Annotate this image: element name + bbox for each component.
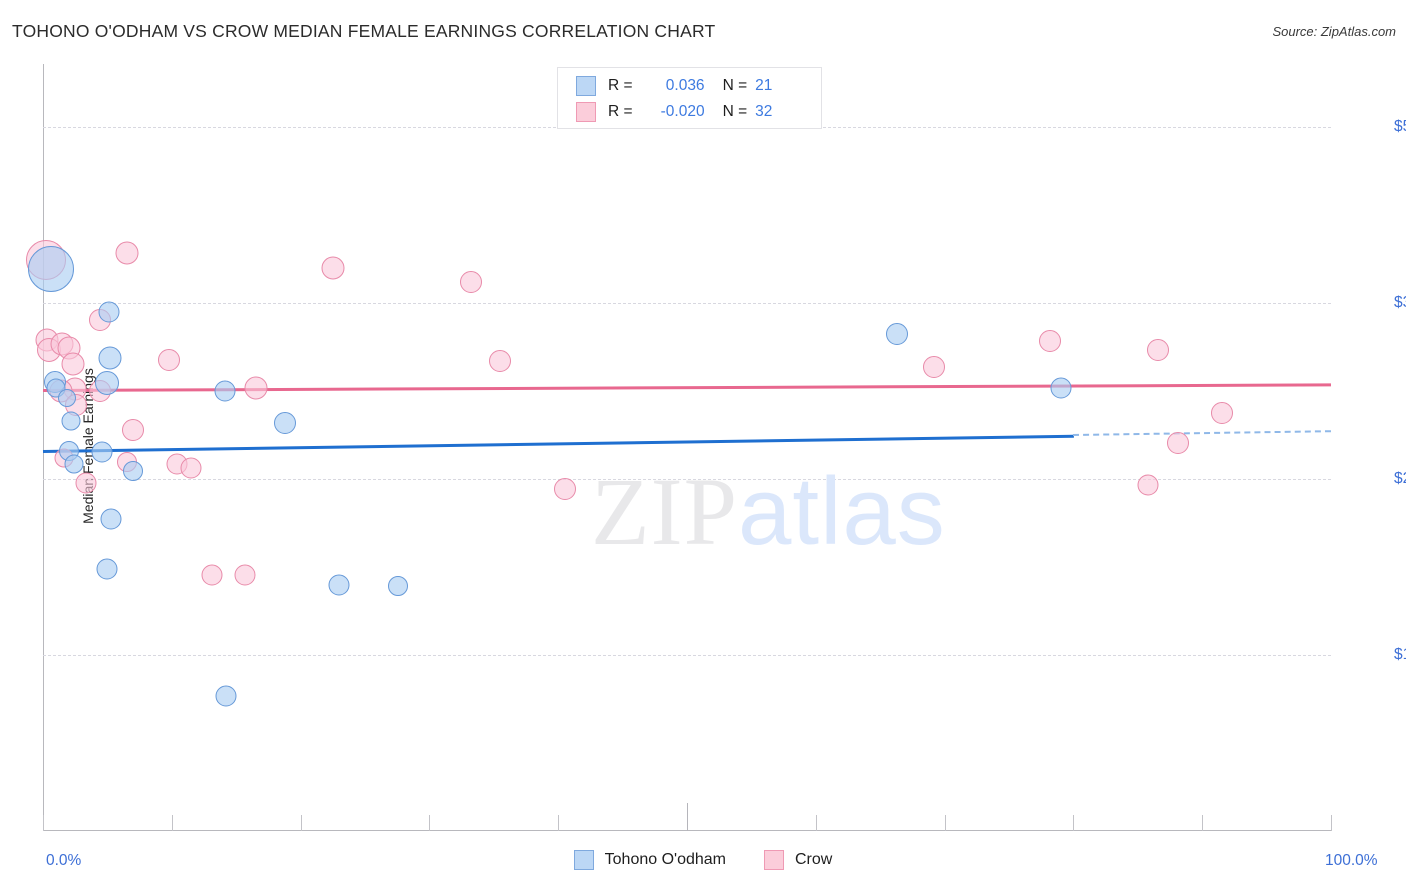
chart-root: TOHONO O'ODHAM VS CROW MEDIAN FEMALE EAR… bbox=[0, 0, 1406, 892]
scatter-point-crow[interactable] bbox=[1137, 474, 1159, 496]
x-axis-tick bbox=[171, 815, 173, 831]
scatter-point-tohono[interactable] bbox=[100, 508, 122, 530]
scatter-point-crow[interactable] bbox=[201, 564, 223, 586]
scatter-point-tohono[interactable] bbox=[98, 301, 120, 323]
trendline-tohono-dashed bbox=[1073, 430, 1332, 437]
scatter-point-crow[interactable] bbox=[1039, 330, 1062, 353]
scatter-point-tohono[interactable] bbox=[1050, 377, 1072, 399]
scatter-point-tohono[interactable] bbox=[58, 388, 77, 407]
x-axis-tick bbox=[815, 815, 817, 831]
source-attribution: Source: ZipAtlas.com bbox=[1272, 24, 1396, 39]
watermark-atlas: atlas bbox=[738, 458, 946, 565]
scatter-point-crow[interactable] bbox=[1210, 402, 1233, 425]
stats-n-value-pink: 32 bbox=[755, 103, 773, 120]
x-axis-tick bbox=[944, 815, 946, 831]
stats-swatch-pink bbox=[576, 102, 596, 122]
scatter-point-crow[interactable] bbox=[459, 271, 482, 294]
scatter-point-tohono[interactable] bbox=[214, 380, 236, 401]
plot-area: $50,000 $37,500 $25,000 $12,500 ZIPatlas bbox=[25, 64, 1406, 831]
legend-item-tohono[interactable]: Tohono O'odham bbox=[573, 850, 726, 870]
series-legend: Tohono O'odham Crow bbox=[0, 850, 1406, 870]
x-axis-tick bbox=[1202, 815, 1204, 831]
x-axis-tick bbox=[43, 815, 44, 831]
stats-r-value-pink: -0.020 bbox=[660, 103, 705, 120]
scatter-point-tohono[interactable] bbox=[61, 411, 81, 431]
legend-item-crow[interactable]: Crow bbox=[764, 850, 832, 870]
scatter-point-tohono[interactable] bbox=[27, 246, 74, 293]
scatter-point-crow[interactable] bbox=[244, 376, 268, 400]
scatter-point-crow[interactable] bbox=[122, 418, 145, 441]
scatter-point-crow[interactable] bbox=[158, 348, 181, 371]
legend-swatch-crow bbox=[764, 850, 784, 870]
x-axis-tick bbox=[1073, 815, 1075, 831]
watermark-zip: ZIP bbox=[591, 458, 738, 565]
legend-swatch-tohono bbox=[573, 850, 594, 870]
zipatlas-watermark: ZIPatlas bbox=[591, 456, 946, 567]
stats-r-key-pink: R = bbox=[608, 103, 633, 120]
correlation-stats-box: R = 0.036 N = 21 R = -0.020 N = 32 bbox=[557, 67, 822, 129]
scatter-point-crow[interactable] bbox=[1147, 338, 1170, 361]
trendline-tohono-solid bbox=[42, 434, 1074, 453]
scatter-point-tohono[interactable] bbox=[274, 411, 297, 434]
stats-row-tohono: R = 0.036 N = 21 bbox=[558, 73, 821, 99]
trendline-crow-solid bbox=[42, 383, 1331, 393]
scatter-point-crow[interactable] bbox=[553, 478, 576, 501]
scatter-point-tohono[interactable] bbox=[91, 441, 113, 463]
stats-swatch-blue bbox=[576, 76, 596, 96]
scatter-point-tohono[interactable] bbox=[123, 460, 144, 481]
scatter-point-tohono[interactable] bbox=[95, 371, 120, 396]
legend-label-crow: Crow bbox=[795, 851, 833, 868]
x-axis-tick bbox=[1331, 815, 1332, 831]
gridline bbox=[43, 655, 1331, 657]
scatter-point-tohono[interactable] bbox=[64, 454, 84, 474]
scatter-point-crow[interactable] bbox=[1166, 431, 1189, 454]
stats-n-key-pink: N = bbox=[722, 103, 748, 120]
y-axis-tick-label: $50,000 bbox=[1393, 118, 1406, 136]
y-axis-tick-label: $25,000 bbox=[1393, 470, 1406, 488]
stats-n-value-blue: 21 bbox=[755, 77, 773, 94]
scatter-point-tohono[interactable] bbox=[885, 323, 908, 346]
scatter-point-crow[interactable] bbox=[234, 564, 256, 586]
y-axis-tick-label: $37,500 bbox=[1393, 294, 1406, 312]
x-axis-tick bbox=[558, 815, 560, 831]
stats-r-value-blue: 0.036 bbox=[665, 77, 705, 94]
scatter-point-crow[interactable] bbox=[321, 256, 345, 280]
stats-row-crow: R = -0.020 N = 32 bbox=[558, 99, 821, 125]
scatter-point-tohono[interactable] bbox=[328, 574, 350, 596]
scatter-point-crow[interactable] bbox=[115, 241, 139, 265]
stats-n-key-blue: N = bbox=[722, 77, 748, 94]
page-title: TOHONO O'ODHAM VS CROW MEDIAN FEMALE EAR… bbox=[12, 21, 716, 41]
y-axis-line bbox=[43, 64, 44, 831]
scatter-point-crow[interactable] bbox=[75, 472, 96, 494]
scatter-point-crow[interactable] bbox=[923, 355, 946, 378]
x-axis-tick bbox=[687, 803, 688, 831]
gridline bbox=[43, 303, 1331, 305]
x-axis-tick bbox=[429, 815, 431, 831]
scatter-point-crow[interactable] bbox=[61, 352, 85, 376]
scatter-point-tohono[interactable] bbox=[98, 346, 122, 370]
stats-r-key-blue: R = bbox=[608, 77, 633, 94]
scatter-point-tohono[interactable] bbox=[388, 576, 409, 597]
scatter-point-crow[interactable] bbox=[489, 349, 512, 372]
y-axis-tick-label: $12,500 bbox=[1393, 646, 1406, 664]
legend-label-tohono: Tohono O'odham bbox=[604, 851, 726, 868]
scatter-point-tohono[interactable] bbox=[96, 558, 118, 580]
scatter-point-tohono[interactable] bbox=[215, 685, 237, 707]
scatter-point-crow[interactable] bbox=[180, 457, 202, 479]
x-axis-tick bbox=[300, 815, 302, 831]
